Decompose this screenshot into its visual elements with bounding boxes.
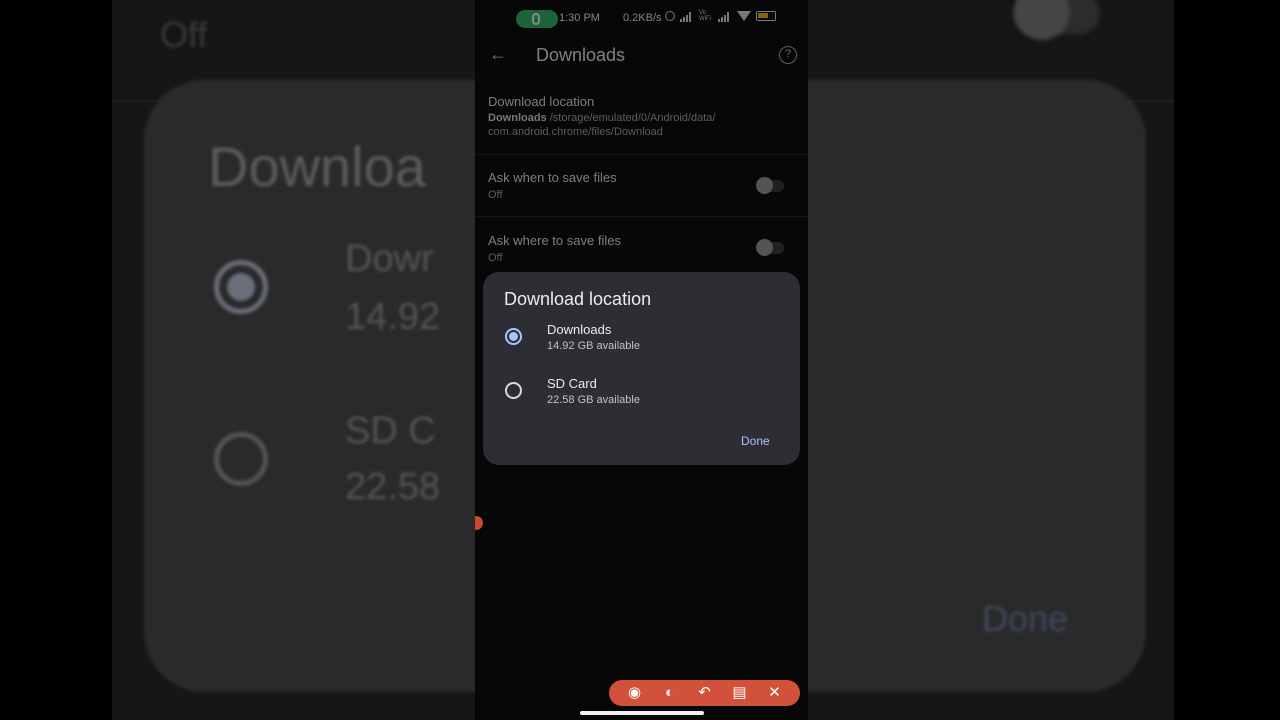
option-sub-sd-card: 22.58 GB available (547, 394, 640, 406)
bg-option1-sub: 14.92 (345, 296, 441, 338)
bg-option2-name: SD C (345, 410, 436, 452)
download-location-dialog: Download location Downloads 14.92 GB ava… (483, 272, 800, 465)
home-indicator[interactable] (580, 711, 704, 715)
screen: Off Downloa Dowr 14.92 SD C 22.58 Done 1… (0, 0, 1280, 720)
option-name-sd-card[interactable]: SD Card (547, 376, 597, 391)
radio-downloads[interactable] (505, 328, 522, 345)
bg-title: Downloa (208, 135, 426, 198)
palette-icon[interactable]: ◐ (660, 683, 680, 703)
close-icon[interactable]: ✕ (765, 683, 785, 703)
option-sub-downloads: 14.92 GB available (547, 340, 640, 352)
bg-off-label: Off (160, 14, 208, 55)
phone-screen: 1:30 PM 0.2KB/s Vo WiFi ← Downloads ? Do… (475, 0, 808, 720)
done-button[interactable]: Done (741, 434, 770, 448)
camera-icon[interactable]: ◉ (625, 683, 645, 703)
bg-option1-name: Dowr (345, 238, 434, 280)
dialog-title: Download location (504, 289, 652, 309)
trash-icon[interactable]: ▤ (730, 683, 750, 703)
bg-option2-sub: 22.58 (345, 466, 441, 508)
bg-radio-selected (214, 260, 268, 314)
bg-radio-unselected (214, 432, 268, 486)
screen-recorder-toolbar: ◉ ◐ ↶ ▤ ✕ (609, 680, 800, 706)
radio-sd-card[interactable] (505, 382, 522, 399)
option-name-downloads[interactable]: Downloads (547, 322, 611, 337)
bg-done-label: Done (982, 598, 1069, 639)
undo-icon[interactable]: ↶ (695, 683, 715, 703)
bg-toggle-knob (1014, 0, 1070, 40)
